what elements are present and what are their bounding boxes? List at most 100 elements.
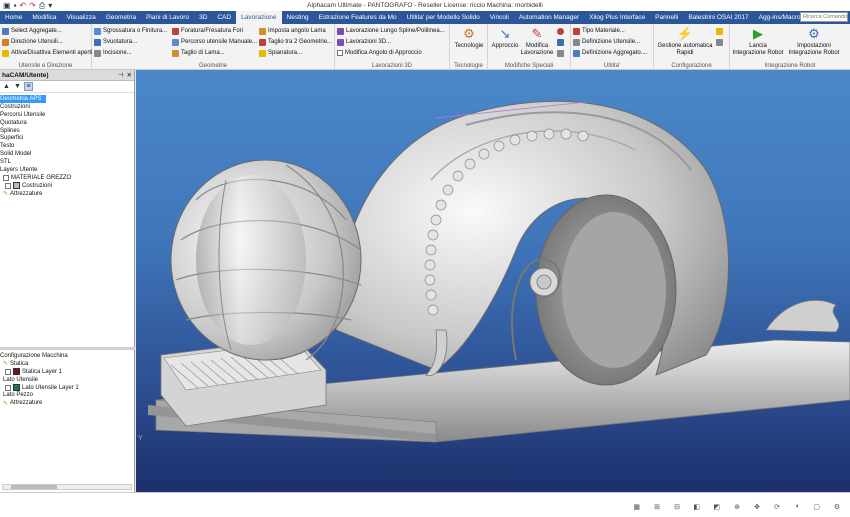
tree-item-superfici[interactable]: Superfici: [0, 134, 134, 142]
tree-item-configurazione-macchina[interactable]: Configurazione Macchina: [0, 352, 134, 360]
tab-xilog-plus[interactable]: Xilog Plus Interface: [584, 11, 650, 24]
tree-item-materiale-grezzo[interactable]: MATERIALE GREZZO: [0, 174, 134, 182]
tab-vincoli[interactable]: Vincoli: [485, 11, 514, 24]
wireframe-icon[interactable]: ▢: [813, 503, 820, 511]
tab-visualizza[interactable]: Visualizza: [62, 11, 101, 24]
tree-item-percorsi-utensile[interactable]: Percorsi Utensile: [0, 111, 134, 119]
tree-item-solid-model[interactable]: Solid Model: [0, 150, 134, 158]
attiva-disattiva-button[interactable]: Attiva/Disattiva Elementi aperti: [2, 48, 92, 58]
scrollbar-thumb[interactable]: [11, 485, 57, 489]
tab-cad[interactable]: CAD: [212, 11, 236, 24]
tecnologie-button[interactable]: ⚙ Tecnologie: [453, 26, 485, 50]
tree-item-costruzioni[interactable]: Costruzioni: [0, 103, 134, 111]
dropdown-icon[interactable]: ▾: [48, 1, 52, 10]
tree-item-costruzioni-layer[interactable]: Costruzioni: [0, 182, 134, 190]
redo-icon[interactable]: ↷: [29, 1, 36, 10]
taglio-2-geometrie-button[interactable]: Taglio tra 2 Geometrie...: [259, 37, 332, 47]
rotate-icon[interactable]: ⟳: [774, 503, 780, 511]
arrow-up-icon[interactable]: ▲: [2, 82, 11, 91]
drill-icon: [172, 27, 179, 35]
save-icon[interactable]: ▪: [14, 1, 17, 10]
snap-icon[interactable]: ▦: [633, 503, 640, 511]
pan-icon[interactable]: ✥: [754, 503, 760, 511]
modifica-lavorazione-button[interactable]: ✎ Modifica Lavorazione: [521, 26, 554, 56]
config-option-2[interactable]: [716, 37, 723, 47]
layer-checkbox[interactable]: [5, 182, 11, 189]
undo-icon[interactable]: ↶: [19, 1, 26, 10]
tab-nesting[interactable]: Nesting: [282, 11, 314, 24]
svuotatura-button[interactable]: Svuotatura...: [94, 37, 137, 47]
tab-3d[interactable]: 3D: [194, 11, 212, 24]
lavorazione-spline-button[interactable]: Lavorazione Lungo Spline/Polilinea...: [337, 26, 445, 36]
layer-icon[interactable]: ◧: [693, 503, 700, 511]
tree-item-attrezzature-2[interactable]: ✎ Attrezzature: [0, 399, 134, 407]
incisione-button[interactable]: Incisione...: [94, 48, 132, 58]
special-option-1[interactable]: [557, 26, 564, 36]
tab-modifica[interactable]: Modifica: [27, 11, 61, 24]
tree-item-layers-utente[interactable]: Layers Utente: [0, 166, 134, 174]
title-bar: ▣ ▪ ↶ ↷ ⎙ ▾ Alphacam Ultimate - PANTOGRA…: [0, 0, 850, 11]
command-search-input[interactable]: [800, 12, 848, 22]
tree-item-quotatura[interactable]: Quotatura: [0, 119, 134, 127]
percorso-manuale-button[interactable]: Percorso utensile Manuale...: [172, 37, 257, 47]
arrow-down-icon[interactable]: ▼: [13, 82, 22, 91]
select-aggregate-button[interactable]: Select Aggregate...: [2, 26, 62, 36]
pin-icon[interactable]: ⊣: [118, 71, 124, 79]
layer-checkbox[interactable]: [5, 384, 11, 391]
tree-item-statica[interactable]: ✎ Statica: [0, 360, 134, 368]
close-icon[interactable]: ✕: [127, 71, 132, 79]
tab-piani-di-lavoro[interactable]: Piani di Lavoro: [141, 11, 194, 24]
approccio-button[interactable]: ↘ Approccio: [490, 26, 520, 50]
sgrossatura-button[interactable]: Sgrossatura o Finitura...: [94, 26, 167, 36]
tree-item-attrezzature[interactable]: ✎ Attrezzature: [0, 190, 134, 198]
impostazioni-robot-button[interactable]: ⚙ Impostazioni Integrazione Robot: [785, 26, 843, 56]
ortho-icon[interactable]: ⊟: [674, 503, 680, 511]
gestione-rapidi-button[interactable]: ⚡ Gestione automatica Rapidi: [656, 26, 714, 56]
grid-icon[interactable]: ⊞: [654, 503, 660, 511]
config-option-1[interactable]: [716, 26, 723, 36]
tab-add-ins-macro[interactable]: Agg-ins/Macro: [754, 11, 806, 24]
special-option-3[interactable]: [557, 48, 564, 58]
layer-checkbox[interactable]: [5, 368, 11, 375]
modifica-angolo-button[interactable]: Modifica Angolo di Approccio: [337, 48, 422, 58]
special-option-2[interactable]: [557, 37, 564, 47]
aggregate-icon: [2, 27, 9, 35]
tree-item-splines[interactable]: Splines: [0, 127, 134, 135]
tab-home[interactable]: Home: [0, 11, 27, 24]
tab-utilita-modello-solido[interactable]: Utilita' per Modello Solido: [402, 11, 485, 24]
layer-checkbox[interactable]: [3, 174, 9, 181]
tab-balestrini[interactable]: Balestrini OSAI 2017: [683, 11, 753, 24]
lancia-integrazione-robot-button[interactable]: ▶ Lancia Integrazione Robot: [732, 26, 784, 56]
tree-item-lato-utensile[interactable]: Lato Utensile: [0, 376, 134, 384]
tab-pannelli[interactable]: Pannelli: [650, 11, 683, 24]
tree-item-lato-utensile-layer-1[interactable]: Lato Utensile Layer 1: [0, 384, 134, 392]
approach-angle-checkbox[interactable]: [337, 50, 343, 56]
tab-estrazione-features[interactable]: Estrazione Features da Mo: [314, 11, 402, 24]
tipo-materiale-button[interactable]: Tipo Materiale...: [573, 26, 625, 36]
tree-item-geometria-aps[interactable]: Geometria APS: [0, 95, 46, 103]
3d-viewport[interactable]: Y: [136, 70, 850, 492]
horizontal-scrollbar[interactable]: [2, 484, 132, 490]
imposta-angolo-lama-button[interactable]: Imposta angolo Lama: [259, 26, 326, 36]
settings-icon[interactable]: ⚙: [834, 503, 840, 511]
tab-geometria[interactable]: Geometria: [101, 11, 141, 24]
direzione-utensili-button[interactable]: Direzione Utensili...: [2, 37, 63, 47]
zoom-icon[interactable]: ⊕: [734, 503, 740, 511]
spianatura-button[interactable]: Spianatura...: [259, 48, 302, 58]
tree-item-statica-layer-1[interactable]: Statica Layer 1: [0, 368, 134, 376]
definizione-aggregato-button[interactable]: Definizione Aggregato....: [573, 48, 647, 58]
taglio-lama-button[interactable]: Taglio di Lama...: [172, 48, 225, 58]
tree-item-stl[interactable]: STL: [0, 158, 134, 166]
view-icon[interactable]: ◩: [713, 503, 720, 511]
definizione-utensile-button[interactable]: Definizione Utensile...: [573, 37, 640, 47]
tree-item-lato-pezzo[interactable]: Lato Pezzo: [0, 391, 134, 399]
lavorazioni-3d-button[interactable]: Lavorazioni 3D...: [337, 37, 391, 47]
tree-view-icon[interactable]: ≡: [24, 82, 33, 91]
foratura-button[interactable]: Foratura/Fresatura Fori: [172, 26, 243, 36]
tab-automation-manager[interactable]: Automation Manager: [514, 11, 584, 24]
shade-icon[interactable]: ◐: [796, 503, 800, 510]
blade-angle-icon: [259, 27, 266, 35]
tab-lavorazione[interactable]: Lavorazione: [236, 11, 282, 24]
tree-item-testo[interactable]: Testo: [0, 142, 134, 150]
print-icon[interactable]: ⎙: [39, 1, 45, 10]
